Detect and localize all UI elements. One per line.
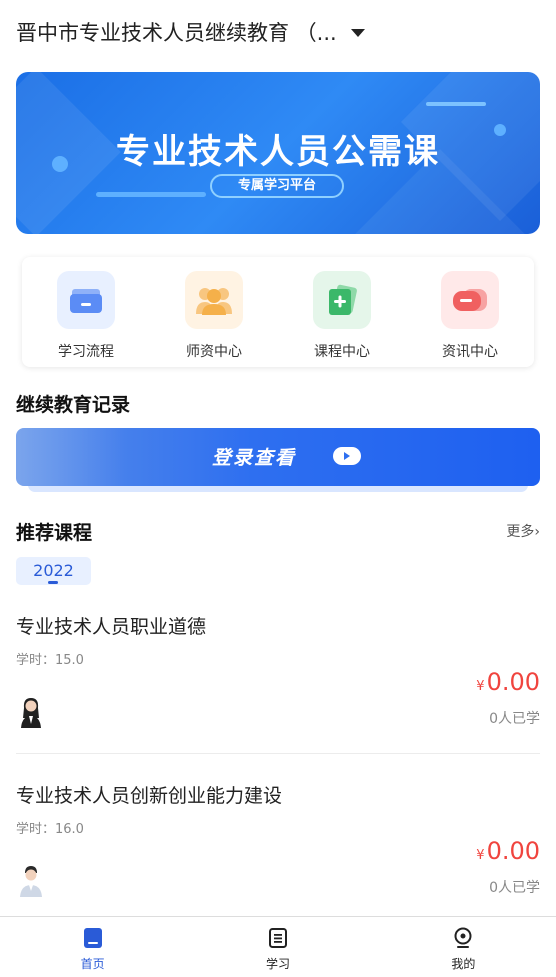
- course-price: ¥0.00: [476, 837, 540, 865]
- course-title: 专业技术人员职业道德: [16, 616, 207, 638]
- course-learners: 0人已学: [489, 880, 540, 896]
- tab-mine[interactable]: 我的: [371, 917, 556, 977]
- caret-down-icon[interactable]: [350, 29, 365, 37]
- course-learners: 0人已学: [489, 711, 540, 727]
- tab-study[interactable]: 学习: [185, 917, 370, 977]
- message-icon: [441, 271, 499, 329]
- year-tab-indicator: [48, 581, 58, 584]
- tab-label: 首页: [80, 957, 105, 971]
- header-dropdown[interactable]: 晋中市专业技术人员继续教育 （...: [16, 14, 540, 50]
- course-hours: 学时：16.0: [16, 822, 84, 837]
- course-item[interactable]: 专业技术人员创新创业能力建设 学时：16.0 ¥0.00 0人已学: [16, 781, 540, 901]
- banner-bar: [96, 192, 206, 197]
- home-icon: [83, 928, 102, 948]
- group-icon: [185, 271, 243, 329]
- course-price: ¥0.00: [476, 668, 540, 696]
- quick-entry-label: 学习流程: [58, 344, 114, 360]
- price-value: 0.00: [486, 837, 540, 865]
- course-hours: 学时：15.0: [16, 653, 84, 668]
- document-icon: [268, 928, 287, 948]
- banner-subtitle: 专属学习平台: [210, 174, 344, 198]
- currency-symbol: ¥: [476, 848, 485, 863]
- login-view-label: 登录查看: [212, 447, 297, 469]
- profile-icon: [454, 927, 472, 948]
- quick-entry-label: 资讯中心: [442, 344, 498, 360]
- tab-home[interactable]: 首页: [0, 917, 185, 977]
- currency-symbol: ¥: [476, 679, 485, 694]
- recommended-section-title: 推荐课程: [16, 522, 93, 544]
- quick-entry-news[interactable]: 资讯中心: [415, 271, 525, 361]
- books-illustration: [16, 428, 126, 486]
- banner-title: 专业技术人员公需课: [116, 132, 440, 172]
- course-title: 专业技术人员创新创业能力建设: [16, 785, 283, 807]
- course-divider: [16, 753, 540, 754]
- folder-icon: [57, 271, 115, 329]
- quick-entry-card: 学习流程 师资中心 课程中心 资讯中心: [22, 257, 534, 367]
- login-view-button[interactable]: 登录查看: [16, 428, 540, 486]
- more-link[interactable]: 更多›: [506, 521, 540, 541]
- promo-banner[interactable]: 专业技术人员公需课 专属学习平台: [16, 72, 540, 234]
- quick-entry-study-process[interactable]: 学习流程: [31, 271, 141, 361]
- banner-bar: [426, 102, 486, 106]
- male-teacher-avatar: [16, 863, 46, 897]
- quick-entry-label: 课程中心: [314, 344, 370, 360]
- quick-entry-courses[interactable]: 课程中心: [287, 271, 397, 361]
- arrow-right-icon: [333, 447, 361, 465]
- records-section-title: 继续教育记录: [16, 394, 131, 416]
- page-title: 晋中市专业技术人员继续教育 （...: [16, 21, 337, 45]
- price-value: 0.00: [486, 668, 540, 696]
- bottom-tab-bar: 首页 学习 我的: [0, 916, 556, 977]
- female-teacher-avatar: [16, 694, 46, 728]
- add-card-icon: [313, 271, 371, 329]
- course-item[interactable]: 专业技术人员职业道德 学时：15.0 ¥0.00 0人已学: [16, 612, 540, 732]
- tab-label: 我的: [451, 957, 476, 971]
- quick-entry-teachers[interactable]: 师资中心: [159, 271, 269, 361]
- quick-entry-label: 师资中心: [186, 344, 242, 360]
- tab-label: 学习: [265, 957, 290, 971]
